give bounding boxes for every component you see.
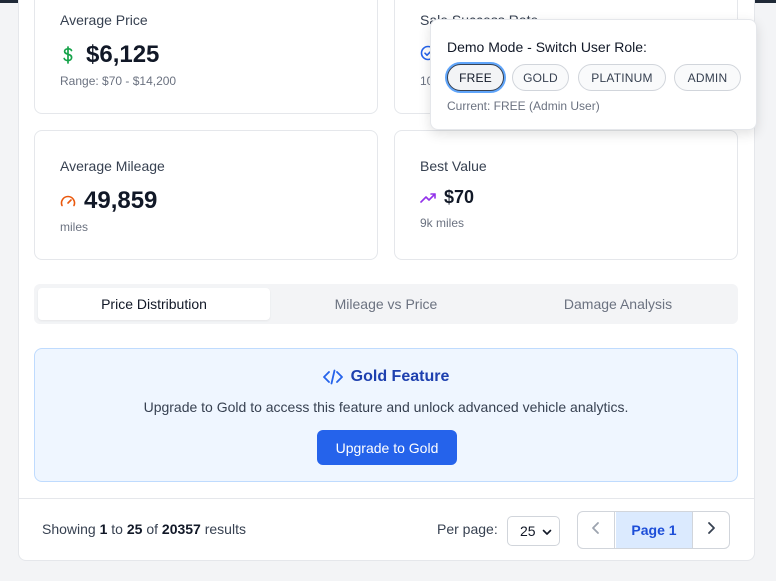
best-value-mileage: 9k miles (420, 216, 465, 230)
gold-feature-heading: Gold Feature (35, 368, 737, 386)
results-from: 1 (99, 521, 108, 537)
current-role-text: Current: FREE (Admin User) (447, 99, 600, 113)
chevron-left-icon (591, 521, 601, 540)
average-mileage-value: 49,859 (84, 187, 158, 214)
role-button-gold[interactable]: GOLD (512, 64, 569, 91)
current-page-indicator[interactable]: Page 1 (616, 512, 692, 548)
tab-damage-analysis[interactable]: Damage Analysis (502, 288, 734, 320)
footer-divider (18, 498, 755, 499)
results-total: 20357 (161, 521, 201, 537)
gauge-icon (60, 194, 76, 208)
demo-mode-popup: Demo Mode - Switch User Role: FREE GOLD … (430, 19, 757, 130)
results-summary: Showing 1 to 25 of 20357 results (42, 521, 246, 537)
results-of-word: of (146, 521, 159, 537)
trending-up-icon (420, 192, 436, 204)
role-button-admin[interactable]: ADMIN (674, 64, 741, 91)
best-value-card: Best Value $70 9k miles (394, 130, 738, 260)
mileage-unit: miles (60, 220, 89, 234)
price-range: Range: $70 - $14,200 (60, 74, 177, 88)
average-price-value-row: $6,125 (60, 41, 159, 69)
gold-feature-box: Gold Feature Upgrade to Gold to access t… (34, 348, 738, 482)
dollar-icon (60, 46, 76, 64)
tab-mileage-vs-price[interactable]: Mileage vs Price (270, 288, 502, 320)
chevron-right-icon (706, 521, 716, 540)
next-page-button[interactable] (692, 512, 729, 548)
per-page-select[interactable]: 25 (507, 516, 560, 546)
average-price-label: Average Price (60, 12, 148, 28)
pagination: Page 1 (577, 511, 730, 549)
gold-feature-description: Upgrade to Gold to access this feature a… (143, 399, 629, 415)
average-mileage-value-row: 49,859 (60, 187, 157, 215)
average-price-card: Average Price $6,125 Range: $70 - $14,20… (34, 0, 378, 114)
results-to: 25 (126, 521, 143, 537)
average-price-value: $6,125 (86, 41, 160, 68)
best-value-label: Best Value (420, 158, 487, 174)
tab-price-distribution[interactable]: Price Distribution (38, 288, 270, 320)
gold-feature-title: Gold Feature (350, 368, 450, 385)
average-mileage-label: Average Mileage (60, 158, 165, 174)
role-button-free[interactable]: FREE (447, 64, 504, 91)
results-to-word: to (111, 521, 123, 537)
demo-mode-title: Demo Mode - Switch User Role: (447, 39, 647, 55)
previous-page-button[interactable] (578, 512, 615, 548)
chevron-down-icon (541, 525, 553, 541)
chart-tabs: Price Distribution Mileage vs Price Dama… (34, 284, 738, 324)
best-value-value: $70 (444, 187, 475, 207)
role-button-platinum[interactable]: PLATINUM (578, 64, 666, 91)
code-icon (322, 369, 343, 385)
average-mileage-card: Average Mileage 49,859 miles (34, 130, 378, 260)
per-page-label: Per page: (437, 521, 498, 537)
best-value-value-row: $70 (420, 187, 474, 208)
results-prefix: Showing (42, 521, 96, 537)
upgrade-to-gold-button[interactable]: Upgrade to Gold (317, 430, 457, 465)
results-suffix: results (204, 521, 246, 537)
per-page-value: 25 (520, 523, 536, 539)
